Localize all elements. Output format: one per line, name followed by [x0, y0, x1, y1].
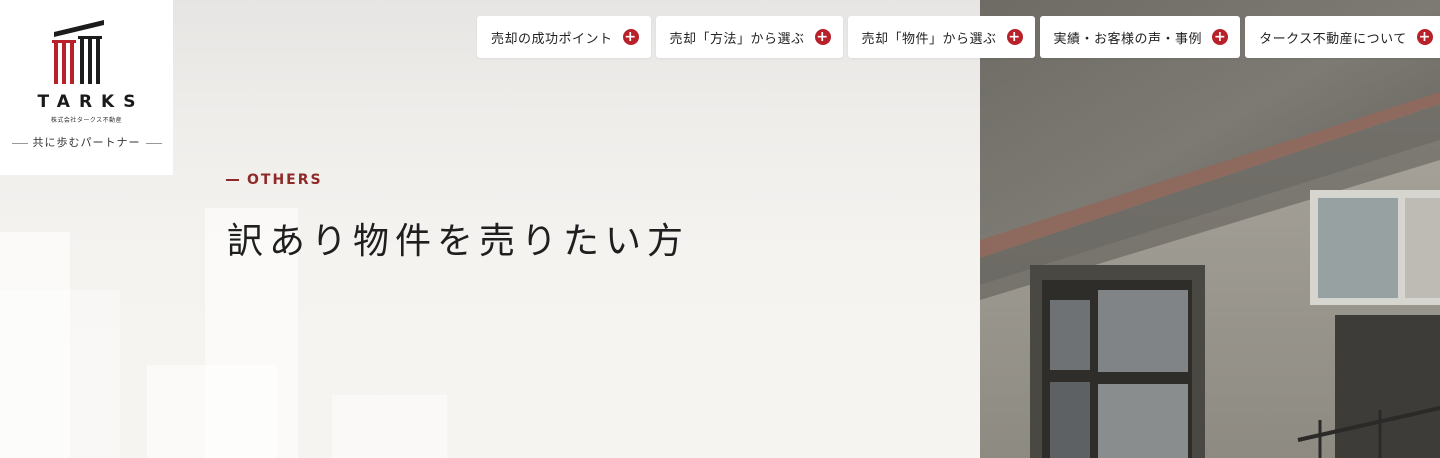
nav-item-results[interactable]: 実績・お客様の声・事例 + [1039, 16, 1241, 58]
plus-icon: + [1416, 29, 1433, 45]
nav-item-label: 売却「物件」から選ぶ [861, 31, 997, 47]
nav-item-by-property[interactable]: 売却「物件」から選ぶ + [847, 16, 1035, 58]
logo-area[interactable]: TARKS 株式会社タークス不動産 共に歩むパートナー [0, 0, 173, 175]
tarks-logo-mark-icon [52, 20, 104, 84]
plus-icon: + [814, 29, 831, 45]
nav-item-label: タークス不動産について [1259, 31, 1407, 47]
company-name: 株式会社タークス不動産 [50, 117, 123, 124]
logo-tagline: 共に歩むパートナー [0, 134, 173, 150]
hero-photo-building [980, 0, 1440, 458]
faded-building-right [332, 395, 447, 458]
nav-item-label: 売却の成功ポイント [491, 31, 613, 47]
plus-icon: + [1212, 29, 1229, 45]
nav-item-label: 実績・お客様の声・事例 [1053, 31, 1203, 47]
section-eyebrow: OTHERS [226, 172, 323, 188]
page-title: 訳あり物件を売りたい方 [227, 221, 690, 262]
eyebrow-dash [226, 179, 239, 181]
nav-item-label: 売却「方法」から選ぶ [669, 31, 805, 47]
logo-wordmark: TARKS [37, 92, 145, 112]
faded-building-mid [147, 365, 277, 458]
plus-icon: + [1006, 29, 1023, 45]
global-nav: 売却の成功ポイント + 売却「方法」から選ぶ + 売却「物件」から選ぶ + 実績… [477, 16, 1440, 58]
eyebrow-text: OTHERS [247, 172, 323, 188]
nav-item-about[interactable]: タークス不動産について + [1245, 16, 1440, 58]
nav-item-by-method[interactable]: 売却「方法」から選ぶ + [655, 16, 843, 58]
plus-icon: + [622, 29, 639, 45]
nav-item-success-points[interactable]: 売却の成功ポイント + [477, 16, 651, 58]
faded-building-low [0, 290, 120, 458]
